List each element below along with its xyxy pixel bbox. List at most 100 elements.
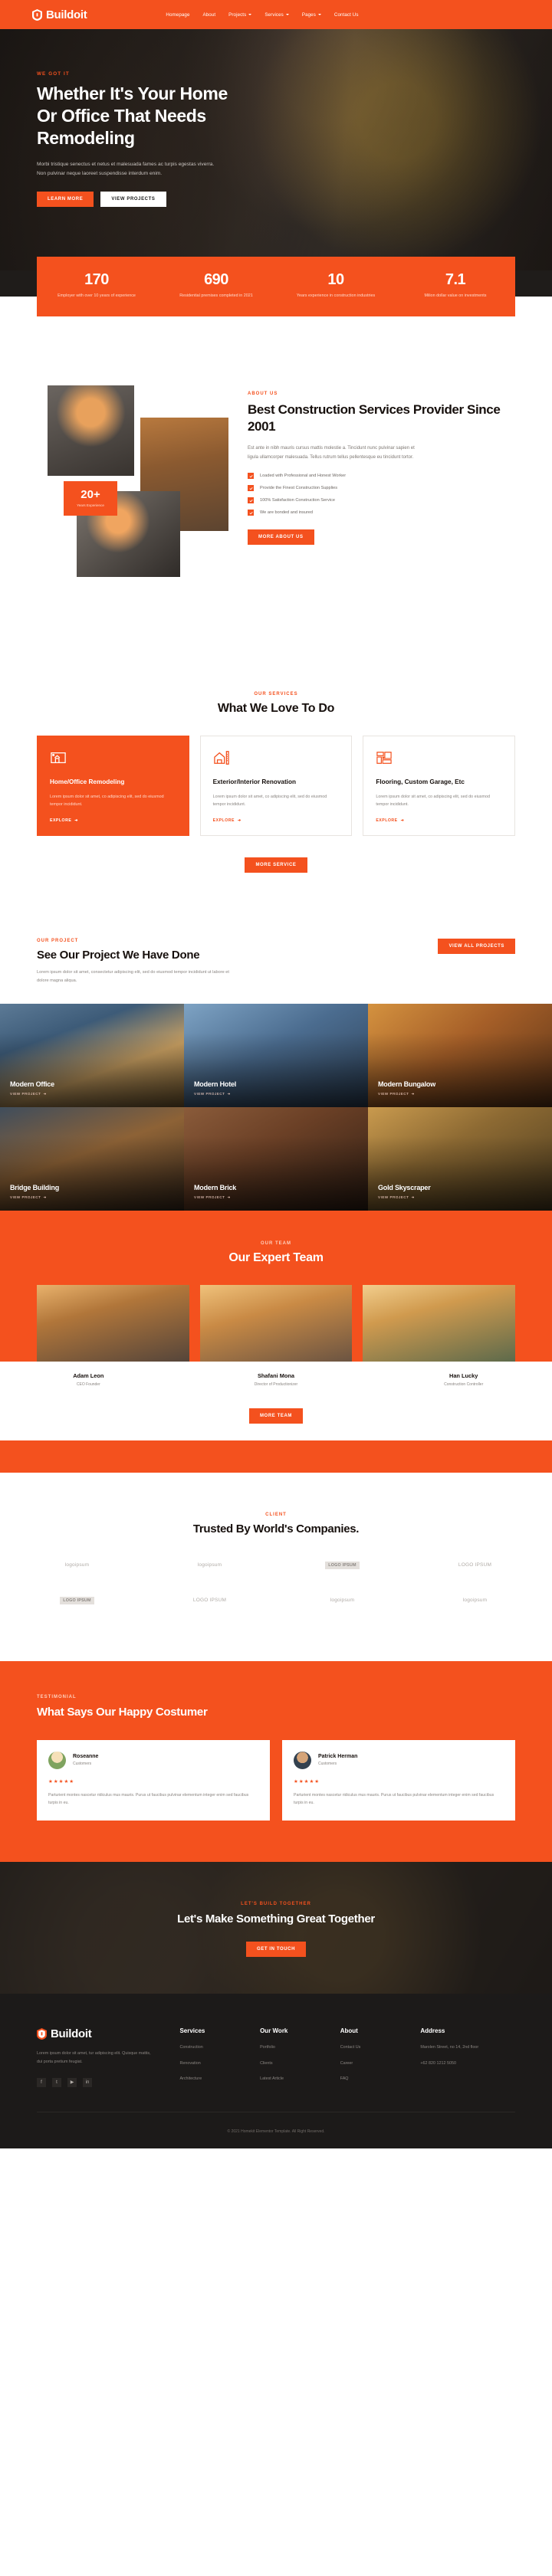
project-view-link[interactable]: VIEW PROJECT ➜ <box>378 1092 435 1096</box>
project-card[interactable]: Modern Office VIEW PROJECT ➜ <box>0 1003 184 1107</box>
project-card[interactable]: Bridge Building VIEW PROJECT ➜ <box>0 1106 184 1211</box>
learn-more-button[interactable]: LEARN MORE <box>37 192 94 208</box>
view-project-label: VIEW PROJECT <box>378 1092 409 1096</box>
linkedin-icon[interactable]: in <box>83 2077 92 2087</box>
explore-label: EXPLORE <box>376 818 398 823</box>
footer-column-heading: About <box>340 2027 358 2035</box>
stat-label: Years experience in construction industr… <box>296 293 376 298</box>
client-logo: LOGO IPSUM <box>302 1555 383 1575</box>
nav-item-services[interactable]: Services <box>264 12 289 18</box>
member-photo <box>363 1284 516 1362</box>
member-role: CEO Founder <box>76 1381 100 1387</box>
view-project-label: VIEW PROJECT <box>194 1092 225 1096</box>
footer-link[interactable]: FAQ <box>340 2076 421 2083</box>
logo-text: LOGO IPSUM <box>192 1598 227 1604</box>
client-logo-row: LOGO IPSUM LOGO IPSUM logoipsum logoipsu… <box>37 1591 515 1611</box>
about-photo-worker <box>48 385 134 476</box>
hero-eyebrow: WE GOT IT <box>37 71 70 77</box>
project-card[interactable]: Modern Brick VIEW PROJECT ➜ <box>184 1106 368 1211</box>
client-logo: LOGO IPSUM <box>37 1591 117 1611</box>
nav-item-about[interactable]: About <box>203 12 216 18</box>
service-explore-link[interactable]: EXPLORE ➜ <box>213 818 340 823</box>
more-about-us-button[interactable]: MORE ABOUT US <box>248 529 314 546</box>
service-text: Lorem ipsum dolor sit amet, co adipiscin… <box>376 794 490 808</box>
footer-link[interactable]: Portfolio <box>260 2044 340 2051</box>
check-label: We are bonded and insured <box>260 510 313 516</box>
member-name: Han Lucky <box>449 1372 478 1379</box>
project-view-link[interactable]: VIEW PROJECT ➜ <box>194 1092 236 1096</box>
testimonial-section: TESTIMONIAL What Says Our Happy Costumer… <box>0 1660 552 1863</box>
client-logo: logoipsum <box>169 1555 250 1575</box>
footer-link[interactable]: Latest Article <box>260 2076 340 2083</box>
client-logo: LOGO IPSUM <box>169 1591 250 1611</box>
project-card[interactable]: Modern Bungalow VIEW PROJECT ➜ <box>368 1003 552 1107</box>
hero-title: Whether It's Your Home Or Office That Ne… <box>37 84 228 149</box>
footer-description: Lorem ipsum dolor sit amet, tur adipisci… <box>37 2051 151 2065</box>
view-projects-button[interactable]: VIEW PROJECTS <box>100 192 166 208</box>
footer-link[interactable]: Construction <box>179 2044 260 2051</box>
badge-number: 20+ <box>80 488 100 501</box>
project-card[interactable]: Gold Skyscraper VIEW PROJECT ➜ <box>368 1106 552 1211</box>
project-view-link[interactable]: VIEW PROJECT ➜ <box>194 1195 236 1200</box>
service-explore-link[interactable]: EXPLORE ➜ <box>376 818 502 823</box>
check-item: Provide the Finest Construction Supplies <box>248 485 515 492</box>
logo-text: logoipsum <box>330 1598 355 1604</box>
check-label: 100% Satisfaction Construction Service <box>260 498 335 503</box>
service-title: Flooring, Custom Garage, Etc <box>376 778 465 785</box>
nav-label: About <box>202 11 216 18</box>
service-card-exterior-interior-renovation[interactable]: Exterior/Interior Renovation Lorem ipsum… <box>199 736 353 836</box>
rating-stars: ★★★★★ <box>48 1778 75 1785</box>
brand-logo[interactable]: Buildoit <box>32 8 87 21</box>
check-item: We are bonded and insured <box>248 510 515 516</box>
footer-column-services: Services Construction Renovation Archite… <box>179 2027 260 2091</box>
footer-column-heading: Address <box>420 2027 445 2035</box>
more-service-button[interactable]: MORE SERVICE <box>245 857 307 873</box>
nav-item-projects[interactable]: Projects <box>228 12 252 18</box>
project-view-link[interactable]: VIEW PROJECT ➜ <box>378 1195 431 1200</box>
view-project-label: VIEW PROJECT <box>10 1092 41 1096</box>
testimonial-text: Parturient montes nascetur ridiculus mus… <box>48 1792 249 1805</box>
testimonial-name: Patrick Herman <box>318 1754 358 1760</box>
service-card-home-office-remodeling[interactable]: Home/Office Remodeling Lorem ipsum dolor… <box>37 736 189 836</box>
project-name: Modern Brick <box>194 1183 237 1191</box>
copyright-text: © 2021 Homekit Elementor Template. All R… <box>227 2129 325 2134</box>
footer-link[interactable]: Career <box>340 2060 421 2067</box>
client-logo: LOGO IPSUM <box>435 1555 515 1575</box>
member-name: Adam Leon <box>73 1372 104 1379</box>
footer-link[interactable]: Architecture <box>179 2076 260 2083</box>
facebook-icon[interactable]: f <box>37 2077 46 2087</box>
project-view-link[interactable]: VIEW PROJECT ➜ <box>10 1092 54 1096</box>
footer-link[interactable]: Contact Us <box>340 2044 421 2051</box>
services-eyebrow: OUR SERVICES <box>254 692 298 696</box>
check-label: Loaded with Professional and Honest Work… <box>260 474 347 479</box>
youtube-icon[interactable]: ▶ <box>67 2077 77 2087</box>
more-team-button[interactable]: MORE TEAM <box>248 1408 304 1424</box>
footer-brand-logo[interactable]: Buildoit <box>37 2027 179 2040</box>
project-card[interactable]: Modern Hotel VIEW PROJECT ➜ <box>184 1003 368 1107</box>
footer-link[interactable]: Renovation <box>179 2060 260 2067</box>
service-explore-link[interactable]: EXPLORE ➜ <box>50 818 176 823</box>
about-eyebrow: ABOUT US <box>248 392 278 396</box>
view-project-label: VIEW PROJECT <box>378 1195 409 1200</box>
service-card-flooring-custom-garage[interactable]: Flooring, Custom Garage, Etc Lorem ipsum… <box>363 736 516 836</box>
nav-label: Contact Us <box>334 11 359 18</box>
nav-label: Pages <box>301 11 316 18</box>
project-view-link[interactable]: VIEW PROJECT ➜ <box>10 1195 59 1200</box>
nav-item-pages[interactable]: Pages <box>302 12 321 18</box>
badge-text: Years Experience <box>77 503 104 507</box>
footer-link[interactable]: Clients <box>260 2060 340 2067</box>
logo-text: LOGO IPSUM <box>60 1596 94 1604</box>
logo-text: LOGO IPSUM <box>325 1561 360 1569</box>
nav-item-contact-us[interactable]: Contact Us <box>334 12 359 18</box>
nav-item-homepage[interactable]: Homepage <box>166 12 189 18</box>
twitter-icon[interactable]: t <box>52 2077 61 2087</box>
stat-value: 7.1 <box>445 271 466 288</box>
stat-label: Employer with over 10 years of experienc… <box>58 293 136 298</box>
blueprint-icon <box>50 750 176 767</box>
team-member <box>363 1284 516 1362</box>
stat-value: 690 <box>204 271 228 288</box>
member-role: Director of Productionizer <box>254 1381 298 1387</box>
view-all-projects-button[interactable]: VIEW ALL PROJECTS <box>438 938 515 954</box>
get-in-touch-button[interactable]: GET IN TOUCH <box>245 1942 307 1958</box>
about-paragraph: Est ante in nibh mauris cursus mattis mo… <box>248 446 415 460</box>
